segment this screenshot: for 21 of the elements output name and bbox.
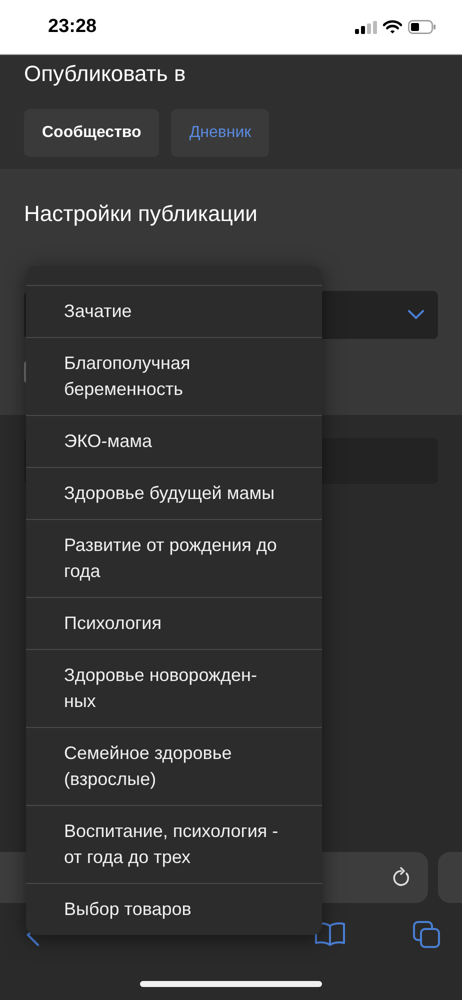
menu-item[interactable]: Воспитание, психология - от года до трех bbox=[26, 805, 322, 883]
menu-item[interactable]: Семейное здоровье (взрослые) bbox=[26, 727, 322, 805]
menu-item[interactable]: Благополучная беременность bbox=[26, 337, 322, 415]
menu-item[interactable]: Здоровье будущей мамы bbox=[26, 467, 322, 519]
wifi-icon bbox=[383, 20, 402, 34]
publish-target-tab[interactable]: Сообщество bbox=[24, 109, 160, 157]
menu-item[interactable]: Развитие от рождения до года bbox=[26, 519, 322, 597]
menu-item[interactable]: Психология bbox=[26, 597, 322, 649]
book-icon[interactable] bbox=[314, 921, 346, 947]
status-time: 23:28 bbox=[48, 16, 97, 38]
section-title: Настройки публикации bbox=[24, 201, 258, 227]
reload-icon[interactable] bbox=[392, 866, 412, 888]
menu-item[interactable]: Выбор товаров bbox=[26, 883, 322, 935]
menu-item[interactable]: Здоровье новорожден-ных bbox=[26, 649, 322, 727]
menu-item[interactable]: ЭКО-мама bbox=[26, 415, 322, 467]
chevron-down-icon bbox=[408, 310, 424, 320]
menu-item[interactable]: Зачатие bbox=[26, 285, 322, 337]
battery-icon bbox=[408, 20, 436, 34]
signal-icon bbox=[355, 20, 377, 34]
tabs-icon[interactable] bbox=[413, 921, 441, 949]
section-title: Опубликовать в bbox=[24, 61, 187, 87]
